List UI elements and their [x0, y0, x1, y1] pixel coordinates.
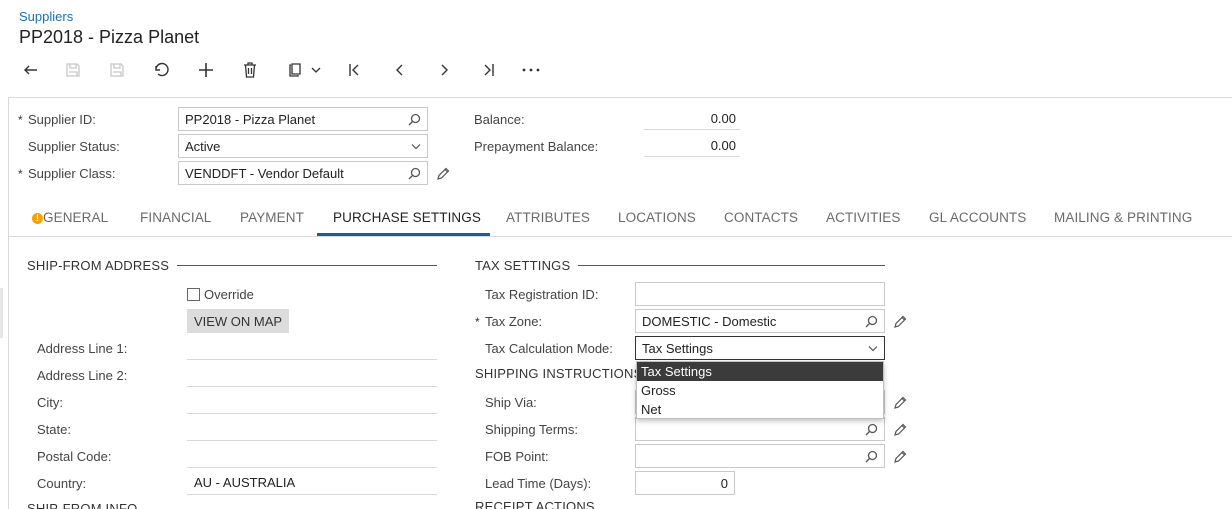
- next-icon[interactable]: [433, 58, 455, 82]
- ship-from-section-title: SHIP-FROM ADDRESS: [27, 258, 170, 273]
- search-icon[interactable]: [865, 450, 878, 463]
- city-label: City:: [37, 395, 63, 410]
- chevron-down-icon: [868, 345, 878, 352]
- tax-zone-value: DOMESTIC - Domestic: [642, 313, 777, 329]
- breadcrumb-suppliers[interactable]: Suppliers: [19, 9, 73, 24]
- tab-purchase-settings[interactable]: PURCHASE SETTINGS: [333, 210, 481, 225]
- tab-locations[interactable]: LOCATIONS: [618, 210, 696, 225]
- supplier-status-label: Supplier Status:: [28, 139, 120, 154]
- prepayment-balance-value: 0.00: [644, 135, 740, 157]
- edit-pencil-icon[interactable]: [892, 421, 908, 437]
- tab-activities[interactable]: ACTIVITIES: [826, 210, 901, 225]
- supplier-id-label: Supplier ID:: [28, 112, 96, 127]
- country-input[interactable]: AU - AUSTRALIA: [187, 471, 437, 495]
- balance-value: 0.00: [644, 108, 740, 130]
- tab-general[interactable]: ! GENERAL: [32, 210, 108, 225]
- edge-handle: [0, 288, 3, 338]
- back-icon[interactable]: [20, 58, 42, 82]
- balance-label: Balance:: [474, 112, 525, 127]
- more-icon[interactable]: [520, 58, 542, 82]
- required-mark: *: [18, 113, 23, 127]
- receipt-actions-section-header: RECEIPT ACTIONS: [475, 499, 595, 509]
- tabs-divider: [9, 236, 1232, 237]
- undo-icon[interactable]: [150, 58, 172, 82]
- required-mark: *: [18, 167, 23, 181]
- supplier-class-label: Supplier Class:: [28, 166, 116, 181]
- edit-pencil-icon[interactable]: [435, 165, 451, 181]
- edit-pencil-icon[interactable]: [892, 313, 908, 329]
- address-line2-input[interactable]: [187, 363, 437, 387]
- state-input[interactable]: [187, 417, 437, 441]
- add-icon[interactable]: [195, 58, 217, 82]
- copy-paste-icon[interactable]: [282, 58, 326, 82]
- prepayment-balance-label: Prepayment Balance:: [474, 139, 599, 154]
- address-line1-label: Address Line 1:: [37, 341, 128, 356]
- tax-calc-mode-select[interactable]: Tax Settings: [635, 336, 885, 360]
- supplier-id-value: PP2018 - Pizza Planet: [185, 111, 316, 127]
- postal-code-label: Postal Code:: [37, 449, 112, 464]
- view-on-map-button[interactable]: VIEW ON MAP: [187, 309, 289, 333]
- tab-payment[interactable]: PAYMENT: [240, 210, 304, 225]
- supplier-status-value: Active: [185, 138, 221, 154]
- tab-gl-accounts[interactable]: GL ACCOUNTS: [929, 210, 1026, 225]
- dropdown-option-net[interactable]: Net: [637, 400, 883, 419]
- supplier-id-input[interactable]: PP2018 - Pizza Planet: [178, 107, 428, 131]
- override-checkbox[interactable]: [187, 288, 200, 301]
- ship-from-section-header: SHIP-FROM ADDRESS: [27, 258, 437, 273]
- dropdown-option-gross[interactable]: Gross: [637, 381, 883, 400]
- first-icon[interactable]: [344, 58, 366, 82]
- chevron-down-icon: [411, 143, 421, 150]
- tab-general-label: GENERAL: [43, 210, 109, 225]
- shipping-instructions-section-header: SHIPPING INSTRUCTIONS: [475, 366, 643, 381]
- supplier-class-input[interactable]: VENDDFT - Vendor Default: [178, 161, 428, 185]
- previous-icon[interactable]: [389, 58, 411, 82]
- supplier-class-value: VENDDFT - Vendor Default: [185, 165, 344, 181]
- tax-calc-mode-value: Tax Settings: [642, 340, 713, 356]
- address-line2-label: Address Line 2:: [37, 368, 128, 383]
- delete-icon[interactable]: [239, 58, 261, 82]
- search-icon[interactable]: [408, 113, 421, 126]
- city-input[interactable]: [187, 390, 437, 414]
- override-label: Override: [204, 287, 254, 302]
- tax-settings-section-title: TAX SETTINGS: [475, 258, 571, 273]
- tax-zone-input[interactable]: DOMESTIC - Domestic: [635, 309, 885, 333]
- fob-point-input[interactable]: [635, 444, 885, 468]
- tax-zone-label: Tax Zone:: [485, 314, 543, 329]
- lead-time-label: Lead Time (Days):: [485, 476, 592, 491]
- state-label: State:: [37, 422, 71, 437]
- shipping-terms-input[interactable]: [635, 417, 885, 441]
- dropdown-option-tax-settings[interactable]: Tax Settings: [637, 362, 883, 381]
- tab-financial[interactable]: FINANCIAL: [140, 210, 211, 225]
- tab-mailing-printing[interactable]: MAILING & PRINTING: [1054, 210, 1192, 225]
- lead-time-input[interactable]: 0: [635, 471, 735, 495]
- warning-icon: !: [32, 212, 43, 224]
- fob-point-label: FOB Point:: [485, 449, 549, 464]
- supplier-status-select[interactable]: Active: [178, 134, 428, 158]
- save-icon[interactable]: [62, 58, 84, 82]
- search-icon[interactable]: [408, 167, 421, 180]
- required-mark: *: [475, 315, 480, 329]
- tax-calc-mode-label: Tax Calculation Mode:: [485, 341, 613, 356]
- tax-registration-input[interactable]: [635, 282, 885, 306]
- edit-pencil-icon[interactable]: [892, 448, 908, 464]
- edit-pencil-icon[interactable]: [892, 394, 908, 410]
- ship-from-info-section-header: SHIP-FROM INFO: [27, 501, 138, 509]
- tax-calc-mode-dropdown: Tax Settings Gross Net: [636, 361, 884, 419]
- search-icon[interactable]: [865, 423, 878, 436]
- override-checkbox-row[interactable]: Override: [187, 287, 254, 302]
- search-icon[interactable]: [865, 315, 878, 328]
- tax-registration-label: Tax Registration ID:: [485, 287, 599, 302]
- address-line1-input[interactable]: [187, 336, 437, 360]
- last-icon[interactable]: [477, 58, 499, 82]
- tax-settings-section-header: TAX SETTINGS: [475, 258, 885, 273]
- save-close-icon[interactable]: [106, 58, 128, 82]
- country-label: Country:: [37, 476, 87, 491]
- shipping-terms-label: Shipping Terms:: [485, 422, 578, 437]
- postal-code-input[interactable]: [187, 444, 437, 468]
- tab-attributes[interactable]: ATTRIBUTES: [506, 210, 590, 225]
- page-title: PP2018 - Pizza Planet: [19, 27, 200, 47]
- ship-via-label: Ship Via:: [485, 395, 537, 410]
- tab-contacts[interactable]: CONTACTS: [724, 210, 798, 225]
